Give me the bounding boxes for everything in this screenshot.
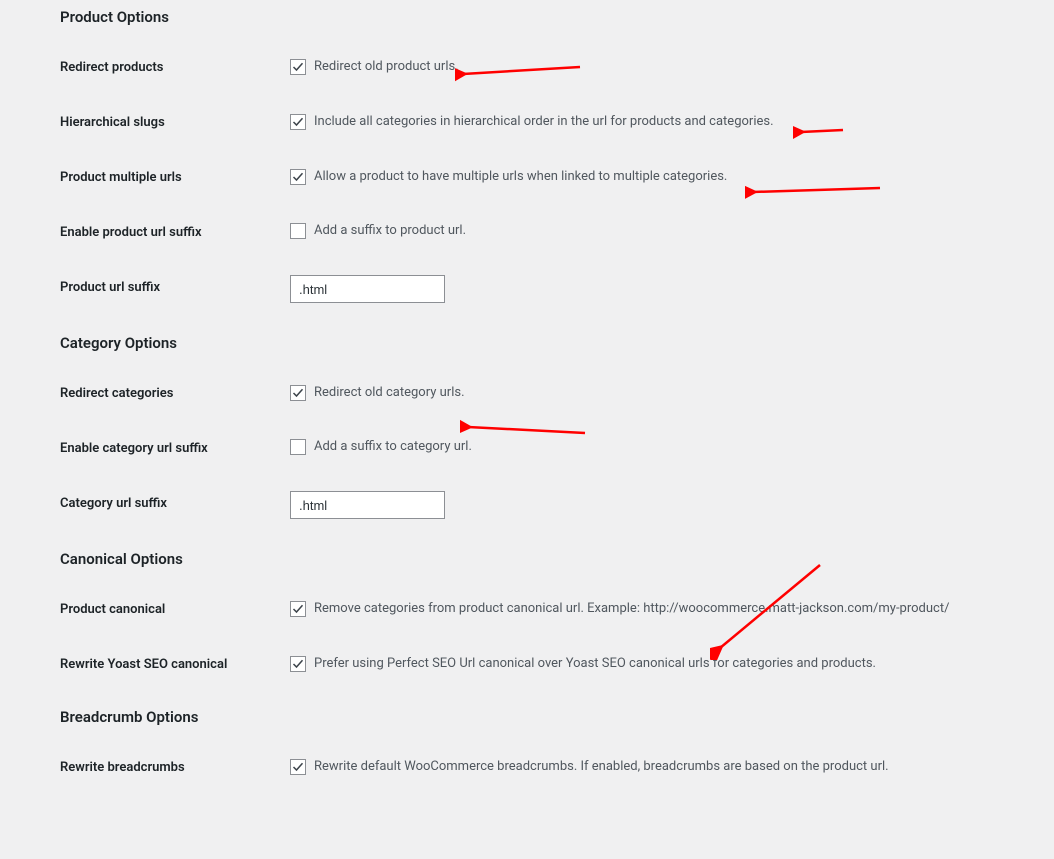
check-icon bbox=[292, 658, 304, 670]
row-label-category-suffix: Category url suffix bbox=[60, 476, 280, 534]
checkbox-text: Add a suffix to product url. bbox=[314, 223, 466, 238]
category-options-table: Redirect categories Redirect old categor… bbox=[60, 366, 994, 534]
row-label-product-canonical: Product canonical bbox=[60, 582, 280, 637]
check-icon bbox=[292, 116, 304, 128]
checkbox-text: Prefer using Perfect SEO Url canonical o… bbox=[314, 656, 876, 671]
checkbox-text: Remove categories from product canonical… bbox=[314, 601, 949, 616]
row-label-redirect-categories: Redirect categories bbox=[60, 366, 280, 421]
section-title-canonical: Canonical Options bbox=[60, 542, 994, 576]
breadcrumb-options-table: Rewrite breadcrumbs Rewrite default WooC… bbox=[60, 740, 994, 795]
row-label-enable-product-suffix: Enable product url suffix bbox=[60, 205, 280, 260]
checkbox-product-canonical[interactable] bbox=[290, 601, 306, 617]
checkbox-label-yoast[interactable]: Prefer using Perfect SEO Url canonical o… bbox=[290, 656, 876, 672]
row-label-yoast: Rewrite Yoast SEO canonical bbox=[60, 637, 280, 692]
checkbox-text: Redirect old product urls. bbox=[314, 59, 459, 74]
row-label-multiple-urls: Product multiple urls bbox=[60, 150, 280, 205]
section-title-product: Product Options bbox=[60, 0, 994, 34]
checkbox-label-enable-category-suffix[interactable]: Add a suffix to category url. bbox=[290, 439, 472, 455]
checkbox-label-rewrite-breadcrumbs[interactable]: Rewrite default WooCommerce breadcrumbs.… bbox=[290, 759, 889, 775]
checkbox-rewrite-breadcrumbs[interactable] bbox=[290, 759, 306, 775]
checkbox-yoast[interactable] bbox=[290, 656, 306, 672]
checkbox-redirect-products[interactable] bbox=[290, 59, 306, 75]
checkbox-text: Redirect old category urls. bbox=[314, 385, 465, 400]
check-icon bbox=[292, 171, 304, 183]
checkbox-enable-product-suffix[interactable] bbox=[290, 223, 306, 239]
checkbox-label-redirect-products[interactable]: Redirect old product urls. bbox=[290, 59, 459, 75]
checkbox-label-redirect-categories[interactable]: Redirect old category urls. bbox=[290, 385, 465, 401]
checkbox-hierarchical-slugs[interactable] bbox=[290, 114, 306, 130]
checkbox-label-enable-product-suffix[interactable]: Add a suffix to product url. bbox=[290, 223, 466, 239]
checkbox-multiple-urls[interactable] bbox=[290, 169, 306, 185]
check-icon bbox=[292, 387, 304, 399]
canonical-options-table: Product canonical Remove categories from… bbox=[60, 582, 994, 692]
checkbox-redirect-categories[interactable] bbox=[290, 385, 306, 401]
checkbox-label-product-canonical[interactable]: Remove categories from product canonical… bbox=[290, 601, 949, 617]
row-label-redirect-products: Redirect products bbox=[60, 40, 280, 95]
row-label-hierarchical-slugs: Hierarchical slugs bbox=[60, 95, 280, 150]
category-suffix-input[interactable] bbox=[290, 491, 445, 519]
check-icon bbox=[292, 61, 304, 73]
checkbox-text: Include all categories in hierarchical o… bbox=[314, 114, 774, 129]
product-options-table: Redirect products Redirect old product u… bbox=[60, 40, 994, 318]
section-title-category: Category Options bbox=[60, 326, 994, 360]
checkbox-text: Rewrite default WooCommerce breadcrumbs.… bbox=[314, 759, 889, 774]
checkbox-text: Allow a product to have multiple urls wh… bbox=[314, 169, 727, 184]
row-label-rewrite-breadcrumbs: Rewrite breadcrumbs bbox=[60, 740, 280, 795]
checkbox-text: Add a suffix to category url. bbox=[314, 439, 472, 454]
check-icon bbox=[292, 761, 304, 773]
check-icon bbox=[292, 603, 304, 615]
checkbox-label-hierarchical-slugs[interactable]: Include all categories in hierarchical o… bbox=[290, 114, 774, 130]
row-label-enable-category-suffix: Enable category url suffix bbox=[60, 421, 280, 476]
product-suffix-input[interactable] bbox=[290, 275, 445, 303]
checkbox-enable-category-suffix[interactable] bbox=[290, 439, 306, 455]
section-title-breadcrumb: Breadcrumb Options bbox=[60, 700, 994, 734]
row-label-product-suffix: Product url suffix bbox=[60, 260, 280, 318]
checkbox-label-multiple-urls[interactable]: Allow a product to have multiple urls wh… bbox=[290, 169, 727, 185]
